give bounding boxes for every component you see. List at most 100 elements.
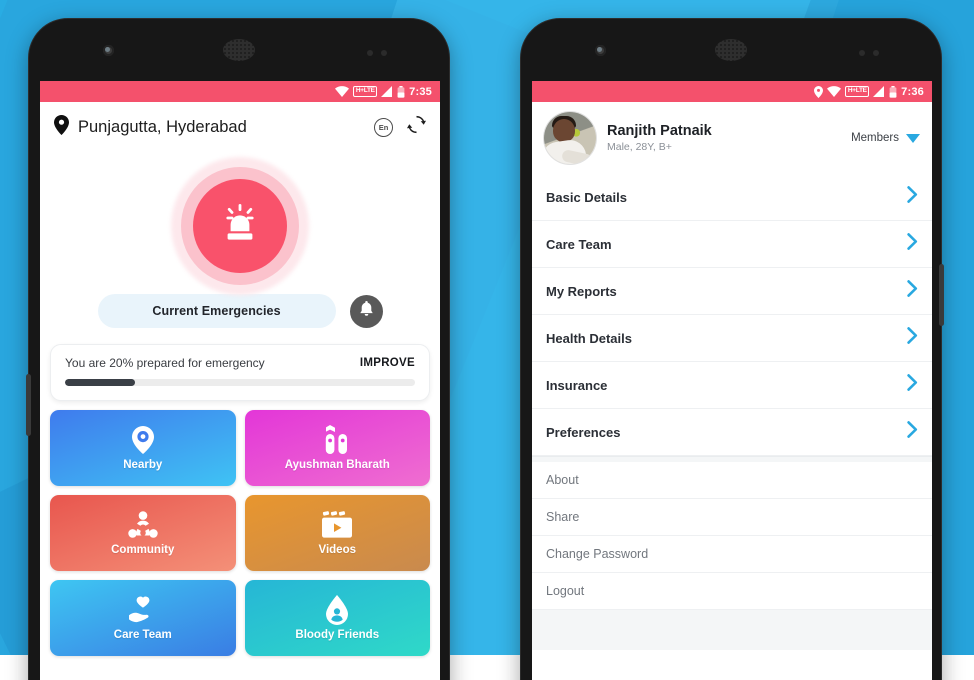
status-time: 7:35 (409, 85, 432, 98)
phone-bezel-top (521, 19, 941, 81)
preparedness-row: You are 20% prepared for emergency IMPRO… (65, 356, 415, 370)
wifi-icon (335, 86, 350, 97)
location-title: Punjagutta, Hyderabad (78, 117, 247, 136)
tile-community[interactable]: Community (50, 495, 236, 571)
menu-item-change-password[interactable]: Change Password (532, 536, 932, 573)
sensor-dots (859, 50, 885, 56)
signal-icon (873, 86, 885, 97)
map-pin-icon (130, 425, 156, 454)
sensor-dots (367, 50, 393, 56)
preparedness-progress-bar (65, 379, 415, 386)
sos-button-area (40, 152, 440, 300)
tile-care-team[interactable]: Care Team (50, 580, 236, 656)
siren-icon (218, 203, 262, 250)
profile-menu-secondary: About Share Change Password Logout (532, 462, 932, 610)
lte-badge: H+LTE (845, 86, 870, 97)
preparedness-progress-fill (65, 379, 135, 386)
tile-label: Videos (318, 543, 357, 556)
members-dropdown[interactable]: Members (851, 132, 920, 144)
menu-item-my-reports[interactable]: My Reports (532, 268, 932, 315)
screen-left: H+LTE 7:35 Punjagutta, Hyderabad En Curr… (40, 81, 440, 680)
status-bar-right: H+LTE 7:36 (532, 81, 932, 102)
front-camera-icon (595, 45, 606, 56)
power-button[interactable] (26, 374, 31, 436)
tile-label: Care Team (113, 628, 172, 641)
menu-item-share[interactable]: Share (532, 499, 932, 536)
menu-item-label: Change Password (546, 547, 649, 561)
front-camera-icon (103, 45, 114, 56)
sync-icon[interactable] (407, 115, 426, 139)
signal-icon (381, 86, 393, 97)
menu-item-logout[interactable]: Logout (532, 573, 932, 610)
preparedness-text: You are 20% prepared for emergency (65, 356, 265, 370)
chevron-right-icon (907, 374, 918, 396)
menu-item-preferences[interactable]: Preferences (532, 409, 932, 456)
lte-badge: H+LTE (353, 86, 378, 97)
chevron-down-icon (906, 133, 920, 143)
battery-icon (889, 85, 897, 98)
tile-label: Community (111, 543, 175, 556)
heart-hand-icon (128, 596, 158, 624)
screen-right: H+LTE 7:36 Ranjith Patnaik Male, 28Y, B+… (532, 81, 932, 680)
tile-bloody-friends[interactable]: Bloody Friends (244, 580, 430, 656)
sos-emergency-button[interactable] (193, 179, 287, 273)
chevron-right-icon (907, 233, 918, 255)
header-actions: En (374, 115, 426, 139)
menu-item-about[interactable]: About (532, 462, 932, 499)
chevron-right-icon (907, 327, 918, 349)
menu-item-care-team[interactable]: Care Team (532, 221, 932, 268)
earpiece-speaker (223, 39, 255, 61)
menu-tail-space (532, 610, 932, 650)
profile-menu-primary: Basic Details Care Team My Reports Health D… (532, 174, 932, 456)
tile-videos[interactable]: Videos (244, 495, 430, 571)
chevron-right-icon (907, 280, 918, 302)
blood-drop-icon (324, 594, 350, 625)
menu-item-label: Preferences (546, 424, 621, 440)
status-bar-left: H+LTE 7:35 (40, 81, 440, 102)
bell-icon (359, 300, 374, 322)
profile-name: Ranjith Patnaik (607, 123, 712, 139)
menu-item-label: About (546, 473, 579, 487)
video-icon (322, 511, 353, 539)
map-pin-icon (54, 114, 69, 140)
improve-button[interactable]: IMPROVE (360, 357, 415, 369)
menu-item-label: Care Team (546, 236, 612, 252)
phone-bezel-top (29, 19, 449, 81)
menu-item-label: Health Details (546, 330, 632, 346)
preparedness-card: You are 20% prepared for emergency IMPRO… (50, 344, 430, 401)
tile-label: Ayushman Bharath (284, 458, 390, 471)
profile-text: Ranjith Patnaik Male, 28Y, B+ (607, 123, 712, 153)
menu-item-insurance[interactable]: Insurance (532, 362, 932, 409)
tile-nearby[interactable]: Nearby (50, 410, 236, 486)
wifi-icon (827, 86, 842, 97)
tile-label: Bloody Friends (295, 628, 380, 641)
group-icon (128, 510, 158, 539)
menu-item-label: Share (546, 510, 580, 524)
menu-item-label: My Reports (546, 283, 617, 299)
status-time: 7:36 (901, 85, 924, 98)
app-header-left: Punjagutta, Hyderabad En (40, 102, 440, 152)
tile-ayushman-bharath[interactable]: Ayushman Bharath (244, 410, 430, 486)
sos-ring (181, 167, 299, 285)
menu-item-basic-details[interactable]: Basic Details (532, 174, 932, 221)
tile-label: Nearby (123, 458, 163, 471)
language-toggle-button[interactable]: En (374, 117, 393, 137)
members-label: Members (851, 132, 899, 144)
menu-item-label: Logout (546, 584, 585, 598)
chevron-right-icon (907, 186, 918, 208)
avatar (544, 112, 596, 164)
two-people-icon (323, 424, 351, 454)
battery-icon (397, 85, 405, 98)
chevron-right-icon (907, 421, 918, 443)
profile-meta: Male, 28Y, B+ (607, 141, 672, 153)
menu-item-label: Insurance (546, 377, 608, 393)
location-pin-icon (814, 85, 824, 98)
earpiece-speaker (715, 39, 747, 61)
phone-mockup-left: H+LTE 7:35 Punjagutta, Hyderabad En Curr… (26, 18, 450, 680)
phone-mockup-right: H+LTE 7:36 Ranjith Patnaik Male, 28Y, B+… (520, 18, 944, 680)
menu-item-health-details[interactable]: Health Details (532, 315, 932, 362)
volume-button[interactable] (939, 264, 944, 326)
profile-header[interactable]: Ranjith Patnaik Male, 28Y, B+ Members (532, 102, 932, 174)
menu-item-label: Basic Details (546, 189, 627, 205)
feature-tile-grid: Nearby Ayushman Bharath Community Videos Car… (40, 401, 440, 656)
